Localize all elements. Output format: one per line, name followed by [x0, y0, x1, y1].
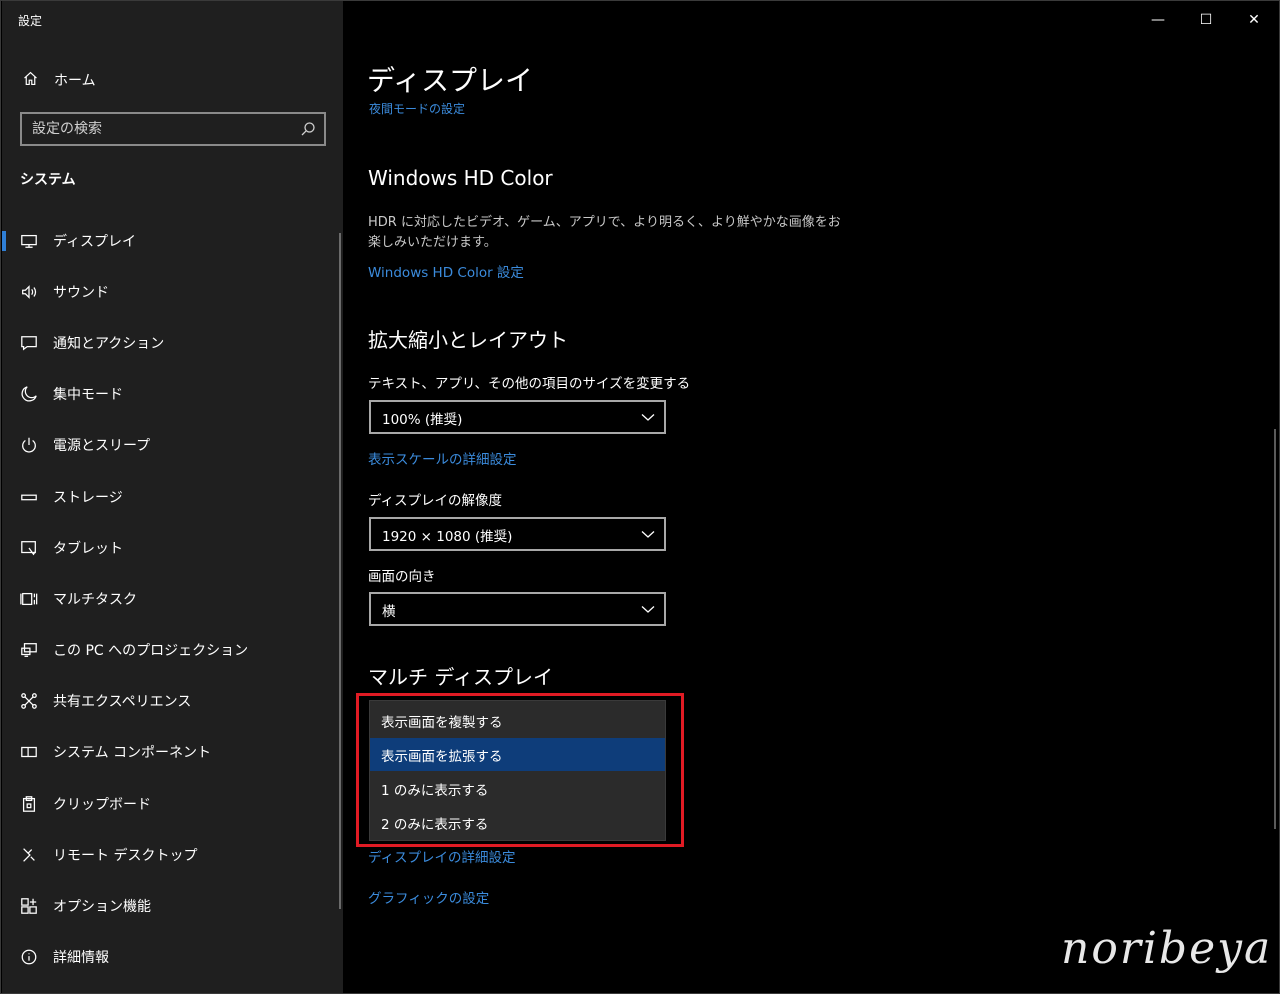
sidebar-item-components[interactable]: システム コンポーネント	[2, 727, 343, 778]
tablet-icon	[19, 539, 39, 557]
home-icon	[20, 70, 40, 91]
sidebar-item-label: タブレット	[53, 540, 123, 557]
page-title: ディスプレイ	[367, 64, 534, 97]
sidebar-home-label: ホーム	[54, 73, 96, 89]
night-mode-link[interactable]: 夜間モードの設定	[369, 100, 465, 117]
sidebar-item-label: ストレージ	[53, 489, 123, 506]
sidebar-item-clipboard[interactable]: クリップボード	[2, 778, 343, 829]
storage-icon	[19, 488, 39, 506]
sidebar-item-label: 共有エクスペリエンス	[53, 694, 192, 711]
search-input[interactable]	[32, 119, 292, 139]
main-content: ディスプレイ 夜間モードの設定 Windows HD Color HDR に対応…	[343, 1, 1280, 993]
orientation-dropdown[interactable]: 横	[369, 592, 666, 626]
message-icon	[19, 334, 39, 352]
watermark: noribeya	[1061, 923, 1273, 974]
sidebar-item-notifications[interactable]: 通知とアクション	[2, 317, 343, 368]
sidebar-item-focus[interactable]: 集中モード	[2, 369, 343, 420]
sidebar-item-display[interactable]: ディスプレイ	[2, 215, 343, 266]
advanced-display-link[interactable]: ディスプレイの詳細設定	[368, 846, 516, 866]
hdr-section-title: Windows HD Color	[368, 166, 553, 190]
orientation-label: 画面の向き	[368, 569, 436, 585]
graphics-settings-link[interactable]: グラフィックの設定	[368, 887, 489, 907]
sidebar-item-label: 通知とアクション	[53, 335, 165, 352]
moon-icon	[19, 385, 39, 403]
section-label: システム	[20, 172, 76, 188]
scale-value: 100% (推奨)	[382, 412, 463, 428]
advanced-scale-link[interactable]: 表示スケールの詳細設定	[368, 448, 517, 468]
sidebar-item-label: サウンド	[53, 284, 109, 301]
annotation-highlight-box	[356, 693, 684, 847]
sidebar-item-storage[interactable]: ストレージ	[2, 471, 343, 522]
scale-section-title: 拡大縮小とレイアウト	[368, 328, 568, 352]
settings-window: 設定 ホーム システム ディスプレイ サウンド 通知とアクション	[0, 0, 1280, 994]
sidebar-home[interactable]: ホーム	[2, 63, 343, 97]
sidebar-item-power[interactable]: 電源とスリープ	[2, 420, 343, 471]
power-icon	[19, 436, 39, 454]
remote-icon	[19, 846, 39, 864]
sidebar-item-label: この PC へのプロジェクション	[53, 643, 249, 660]
main-scrollbar[interactable]	[1274, 429, 1276, 829]
sidebar-item-label: ディスプレイ	[53, 233, 137, 250]
search-box[interactable]	[20, 112, 326, 146]
monitor-icon	[19, 232, 39, 250]
sidebar-item-remote[interactable]: リモート デスクトップ	[2, 829, 343, 880]
chevron-down-icon	[641, 414, 655, 421]
sidebar-nav: ディスプレイ サウンド 通知とアクション 集中モード 電源とスリープ ストレージ	[2, 215, 343, 983]
speaker-icon	[19, 283, 39, 301]
projection-icon	[19, 641, 39, 659]
sidebar-item-label: 詳細情報	[53, 950, 109, 967]
chevron-down-icon	[641, 606, 655, 613]
info-icon	[19, 948, 39, 966]
sidebar-item-tablet[interactable]: タブレット	[2, 522, 343, 573]
multitask-icon	[19, 590, 39, 608]
sidebar-item-shared[interactable]: 共有エクスペリエンス	[2, 676, 343, 727]
sidebar: 設定 ホーム システム ディスプレイ サウンド 通知とアクション	[2, 1, 343, 993]
sidebar-item-label: リモート デスクトップ	[53, 847, 198, 864]
sidebar-scrollbar[interactable]	[339, 233, 341, 909]
orientation-value: 横	[382, 604, 396, 620]
resolution-label: ディスプレイの解像度	[368, 493, 503, 509]
hdr-description: HDR に対応したビデオ、ゲーム、アプリで、より明るく、より鮮やかな画像をお楽し…	[368, 215, 841, 250]
resolution-value: 1920 × 1080 (推奨)	[382, 529, 513, 545]
sidebar-item-multitask[interactable]: マルチタスク	[2, 573, 343, 624]
sidebar-item-label: クリップボード	[53, 796, 151, 813]
components-icon	[19, 743, 39, 761]
clipboard-icon	[19, 795, 39, 813]
multi-display-title: マルチ ディスプレイ	[368, 665, 553, 689]
sidebar-item-label: マルチタスク	[53, 591, 137, 608]
app-title: 設定	[18, 14, 43, 28]
shared-icon	[19, 692, 39, 710]
sidebar-item-label: 集中モード	[53, 387, 123, 404]
sidebar-item-label: システム コンポーネント	[53, 745, 212, 762]
sidebar-item-label: 電源とスリープ	[53, 438, 151, 455]
sidebar-item-projection[interactable]: この PC へのプロジェクション	[2, 625, 343, 676]
sidebar-item-optional[interactable]: オプション機能	[2, 880, 343, 931]
search-icon[interactable]	[300, 121, 316, 137]
scale-label: テキスト、アプリ、その他の項目のサイズを変更する	[368, 376, 691, 392]
sidebar-item-about[interactable]: 詳細情報	[2, 932, 343, 983]
sidebar-item-label: オプション機能	[53, 899, 151, 916]
resolution-dropdown[interactable]: 1920 × 1080 (推奨)	[369, 517, 666, 551]
grid-plus-icon	[19, 897, 39, 915]
hdr-settings-link[interactable]: Windows HD Color 設定	[368, 261, 524, 281]
sidebar-item-sound[interactable]: サウンド	[2, 266, 343, 317]
chevron-down-icon	[641, 531, 655, 538]
scale-dropdown[interactable]: 100% (推奨)	[369, 400, 666, 434]
